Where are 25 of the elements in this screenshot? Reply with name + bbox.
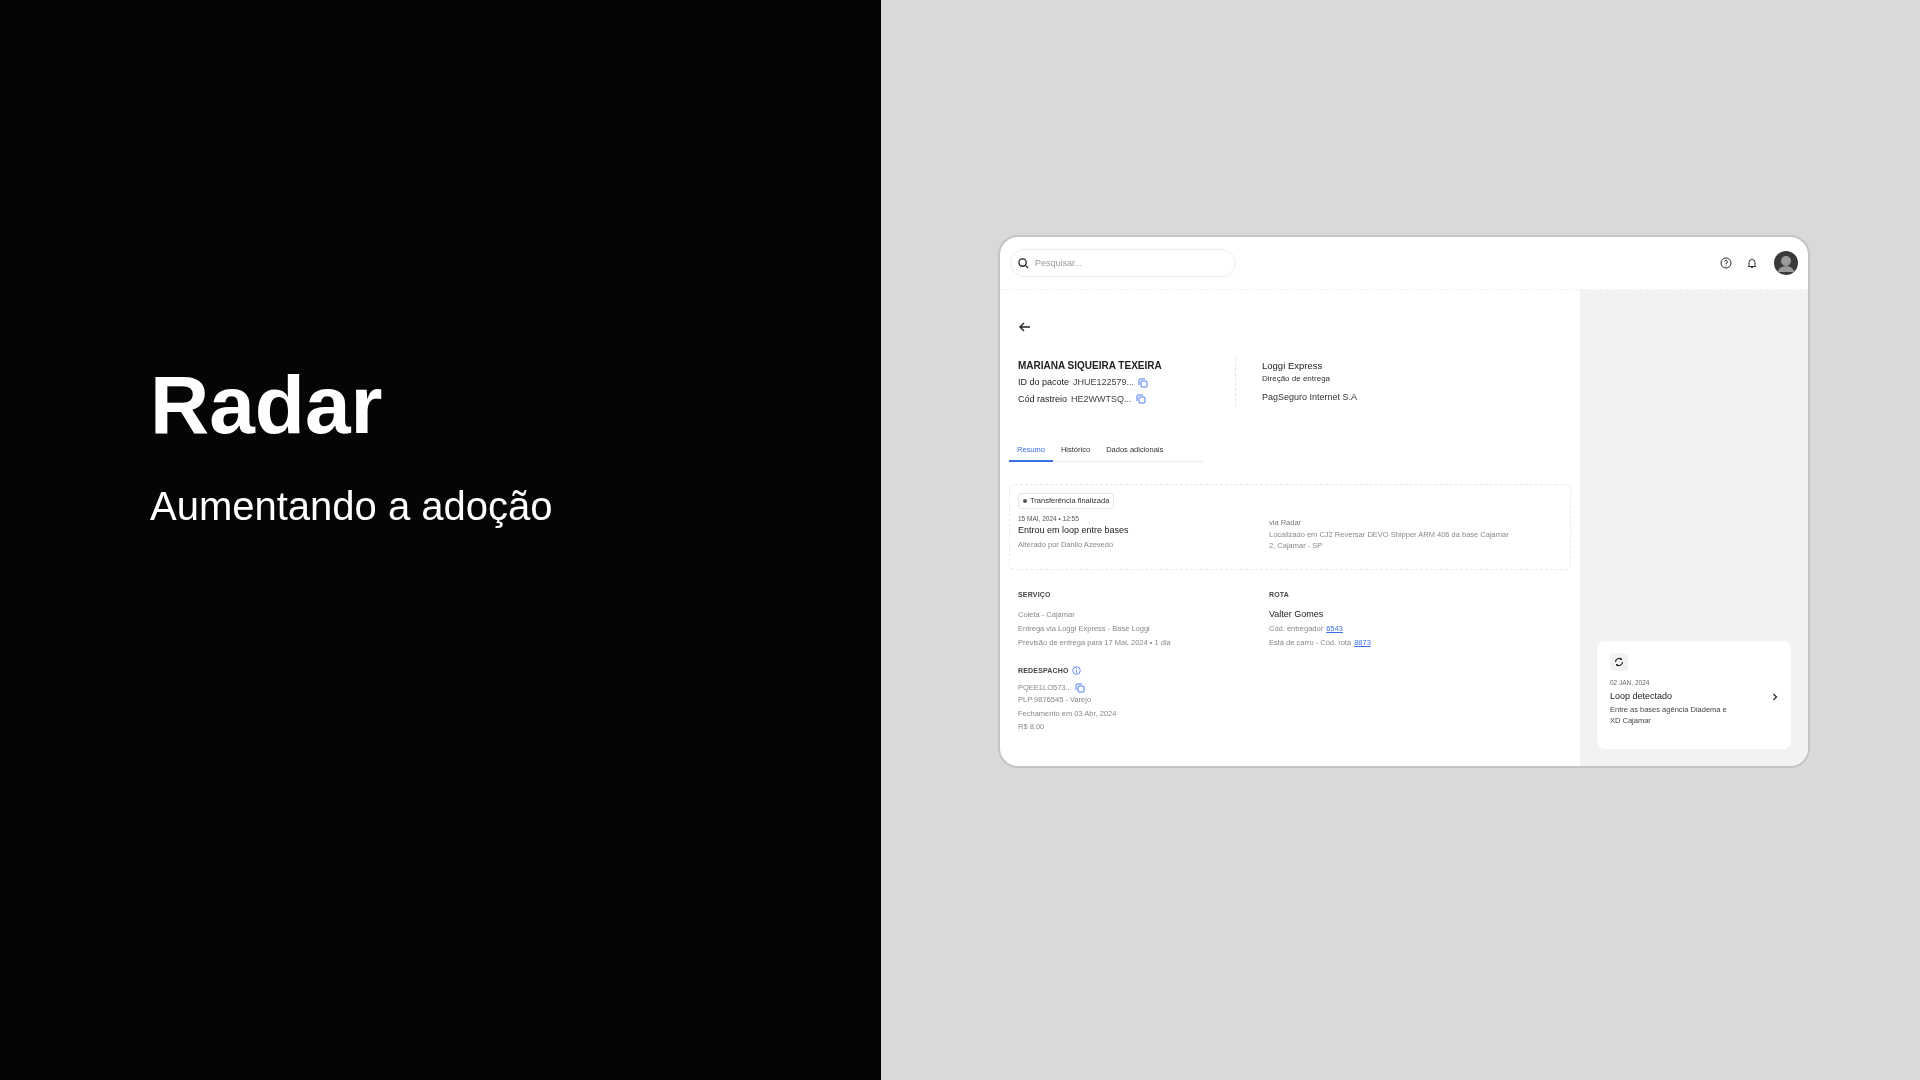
refresh-icon [1610, 653, 1628, 671]
help-icon[interactable] [1720, 257, 1732, 269]
copy-icon[interactable] [1074, 682, 1085, 693]
avatar[interactable] [1774, 251, 1798, 275]
search-icon [1018, 258, 1029, 269]
field-label: ID do pacote [1018, 376, 1070, 389]
chevron-right-icon[interactable] [1772, 693, 1778, 701]
info-icon[interactable] [1071, 666, 1081, 676]
bell-icon[interactable] [1746, 257, 1758, 269]
field-value: JHUE122579... [1073, 376, 1135, 389]
event-title: Entrou em loop entre bases [1018, 524, 1130, 538]
carrier-name: Loggi Express [1262, 359, 1324, 373]
company-name: PagSeguro Internet S.A [1262, 391, 1358, 405]
copy-icon[interactable] [1138, 377, 1149, 388]
search-field[interactable]: Pesquisar... [1010, 249, 1236, 277]
field-value: HE2WWTSQ... [1071, 392, 1132, 406]
field-label: Cód rastreio [1018, 392, 1068, 406]
carrier-caption: Direção de entrega [1262, 373, 1332, 386]
copy-icon[interactable] [1135, 394, 1146, 405]
driver-name: Valter Gomes [1269, 607, 1325, 621]
back-arrow-icon[interactable] [1019, 322, 1031, 332]
alert-title: Loop detectado [1610, 689, 1674, 703]
slide-subtitle: Aumentando a adoção [150, 483, 554, 530]
customer-name: MARIANA SIQUEIRA TEXEIRA [1018, 359, 1163, 373]
slide-title: Radar [150, 364, 384, 446]
